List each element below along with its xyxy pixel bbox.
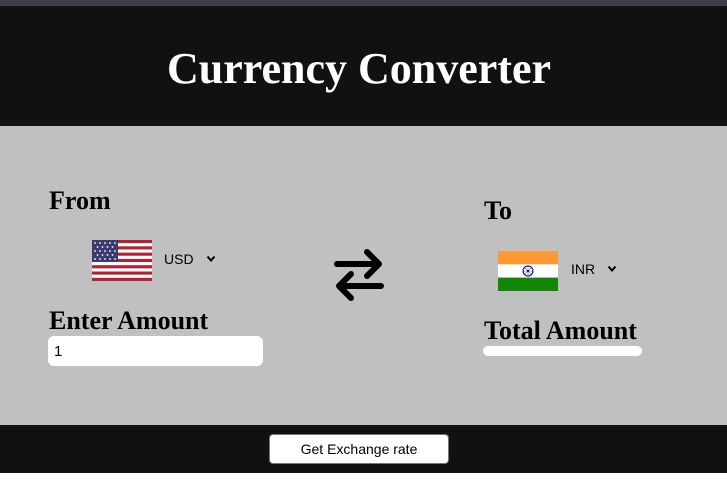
chevron-down-icon <box>607 265 617 273</box>
converter-panel: From USD Enter Amount 1 To INR Total Amo… <box>0 126 727 425</box>
chevron-down-icon <box>206 255 215 263</box>
to-label: To <box>484 196 512 225</box>
from-label: From <box>49 186 111 215</box>
page-bottom <box>0 473 727 483</box>
total-amount-output <box>483 346 642 356</box>
enter-amount-label: Enter Amount <box>49 306 209 335</box>
app-footer: Get Exchange rate <box>0 425 727 473</box>
india-flag-icon <box>498 251 558 291</box>
amount-input[interactable] <box>48 336 263 366</box>
to-currency-value: INR <box>571 261 596 277</box>
page-title: Currency Converter <box>166 44 552 93</box>
us-flag-icon <box>92 240 152 281</box>
to-currency-select[interactable]: INR <box>571 261 617 277</box>
from-currency-value: USD <box>164 251 194 267</box>
app-header: Currency Converter <box>0 6 727 126</box>
get-exchange-rate-button[interactable]: Get Exchange rate <box>269 434 449 464</box>
swap-arrows-icon[interactable] <box>333 246 385 302</box>
from-currency-select[interactable]: USD <box>164 251 216 267</box>
total-amount-label: Total Amount <box>484 316 637 345</box>
